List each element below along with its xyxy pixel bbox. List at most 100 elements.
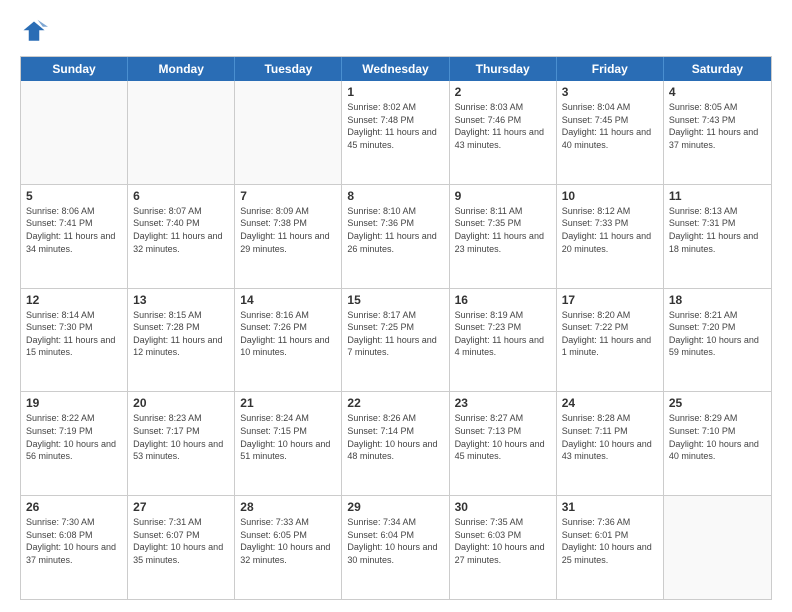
- day-info: Sunrise: 8:29 AMSunset: 7:10 PMDaylight:…: [669, 412, 766, 462]
- calendar-row-4: 26 Sunrise: 7:30 AMSunset: 6:08 PMDayligh…: [21, 496, 771, 599]
- day-info: Sunrise: 8:12 AMSunset: 7:33 PMDaylight:…: [562, 205, 658, 255]
- day-cell-14: 14Sunrise: 8:16 AMSunset: 7:26 PMDayligh…: [235, 289, 342, 392]
- day-number: 4: [669, 85, 766, 99]
- calendar: SundayMondayTuesdayWednesdayThursdayFrid…: [20, 56, 772, 600]
- day-cell-16: 16Sunrise: 8:19 AMSunset: 7:23 PMDayligh…: [450, 289, 557, 392]
- day-info: Sunrise: 8:14 AMSunset: 7:30 PMDaylight:…: [26, 309, 122, 359]
- day-cell-6: 6 Sunrise: 8:07 AMSunset: 7:40 PMDaylight…: [128, 185, 235, 288]
- calendar-row-2: 12 Sunrise: 8:14 AMSunset: 7:30 PMDayligh…: [21, 289, 771, 393]
- day-cell-8: 8 Sunrise: 8:10 AMSunset: 7:36 PMDaylight…: [342, 185, 449, 288]
- calendar-header: SundayMondayTuesdayWednesdayThursdayFrid…: [21, 57, 771, 81]
- empty-cell-0-1: [128, 81, 235, 184]
- day-info: Sunrise: 8:21 AMSunset: 7:20 PMDaylight:…: [669, 309, 766, 359]
- day-info: Sunrise: 8:02 AMSunset: 7:48 PMDaylight:…: [347, 101, 443, 151]
- day-cell-9: 9 Sunrise: 8:11 AMSunset: 7:35 PMDaylight…: [450, 185, 557, 288]
- day-number: 10: [562, 189, 658, 203]
- logo-icon: [20, 18, 48, 46]
- calendar-row-1: 5 Sunrise: 8:06 AMSunset: 7:41 PMDaylight…: [21, 185, 771, 289]
- day-number: 20: [133, 396, 229, 410]
- day-number: 25: [669, 396, 766, 410]
- day-info: Sunrise: 8:11 AMSunset: 7:35 PMDaylight:…: [455, 205, 551, 255]
- day-info: Sunrise: 7:33 AMSunset: 6:05 PMDaylight:…: [240, 516, 336, 566]
- calendar-body: 1 Sunrise: 8:02 AMSunset: 7:48 PMDaylight…: [21, 81, 771, 599]
- logo: [20, 18, 52, 46]
- day-cell-11: 11 Sunrise: 8:13 AMSunset: 7:31 PMDayligh…: [664, 185, 771, 288]
- day-number: 12: [26, 293, 122, 307]
- day-number: 17: [562, 293, 658, 307]
- day-info: Sunrise: 8:23 AMSunset: 7:17 PMDaylight:…: [133, 412, 229, 462]
- day-number: 13: [133, 293, 229, 307]
- day-info: Sunrise: 8:27 AMSunset: 7:13 PMDaylight:…: [455, 412, 551, 462]
- day-number: 23: [455, 396, 551, 410]
- day-number: 27: [133, 500, 229, 514]
- weekday-header-wednesday: Wednesday: [342, 57, 449, 81]
- header: [20, 18, 772, 46]
- calendar-row-0: 1 Sunrise: 8:02 AMSunset: 7:48 PMDaylight…: [21, 81, 771, 185]
- day-number: 15: [347, 293, 443, 307]
- day-info: Sunrise: 7:36 AMSunset: 6:01 PMDaylight:…: [562, 516, 658, 566]
- day-info: Sunrise: 8:26 AMSunset: 7:14 PMDaylight:…: [347, 412, 443, 462]
- empty-cell-0-2: [235, 81, 342, 184]
- day-cell-15: 15 Sunrise: 8:17 AMSunset: 7:25 PMDayligh…: [342, 289, 449, 392]
- day-number: 26: [26, 500, 122, 514]
- day-cell-19: 19 Sunrise: 8:22 AMSunset: 7:19 PMDayligh…: [21, 392, 128, 495]
- day-number: 31: [562, 500, 658, 514]
- day-info: Sunrise: 8:20 AMSunset: 7:22 PMDaylight:…: [562, 309, 658, 359]
- day-info: Sunrise: 8:22 AMSunset: 7:19 PMDaylight:…: [26, 412, 122, 462]
- weekday-header-sunday: Sunday: [21, 57, 128, 81]
- day-cell-3: 3 Sunrise: 8:04 AMSunset: 7:45 PMDaylight…: [557, 81, 664, 184]
- day-number: 1: [347, 85, 443, 99]
- day-cell-17: 17 Sunrise: 8:20 AMSunset: 7:22 PMDayligh…: [557, 289, 664, 392]
- day-cell-18: 18 Sunrise: 8:21 AMSunset: 7:20 PMDayligh…: [664, 289, 771, 392]
- day-cell-2: 2Sunrise: 8:03 AMSunset: 7:46 PMDaylight…: [450, 81, 557, 184]
- calendar-row-3: 19 Sunrise: 8:22 AMSunset: 7:19 PMDayligh…: [21, 392, 771, 496]
- day-number: 7: [240, 189, 336, 203]
- day-info: Sunrise: 8:13 AMSunset: 7:31 PMDaylight:…: [669, 205, 766, 255]
- day-cell-10: 10 Sunrise: 8:12 AMSunset: 7:33 PMDayligh…: [557, 185, 664, 288]
- day-info: Sunrise: 8:04 AMSunset: 7:45 PMDaylight:…: [562, 101, 658, 151]
- weekday-header-thursday: Thursday: [450, 57, 557, 81]
- day-cell-27: 27 Sunrise: 7:31 AMSunset: 6:07 PMDayligh…: [128, 496, 235, 599]
- day-number: 30: [455, 500, 551, 514]
- day-cell-25: 25 Sunrise: 8:29 AMSunset: 7:10 PMDayligh…: [664, 392, 771, 495]
- day-info: Sunrise: 8:28 AMSunset: 7:11 PMDaylight:…: [562, 412, 658, 462]
- day-number: 19: [26, 396, 122, 410]
- day-number: 11: [669, 189, 766, 203]
- day-info: Sunrise: 8:17 AMSunset: 7:25 PMDaylight:…: [347, 309, 443, 359]
- day-cell-23: 23 Sunrise: 8:27 AMSunset: 7:13 PMDayligh…: [450, 392, 557, 495]
- day-cell-26: 26 Sunrise: 7:30 AMSunset: 6:08 PMDayligh…: [21, 496, 128, 599]
- day-cell-12: 12 Sunrise: 8:14 AMSunset: 7:30 PMDayligh…: [21, 289, 128, 392]
- day-number: 28: [240, 500, 336, 514]
- day-cell-20: 20 Sunrise: 8:23 AMSunset: 7:17 PMDayligh…: [128, 392, 235, 495]
- day-cell-13: 13Sunrise: 8:15 AMSunset: 7:28 PMDayligh…: [128, 289, 235, 392]
- day-info: Sunrise: 8:06 AMSunset: 7:41 PMDaylight:…: [26, 205, 122, 255]
- day-cell-7: 7Sunrise: 8:09 AMSunset: 7:38 PMDaylight…: [235, 185, 342, 288]
- weekday-header-friday: Friday: [557, 57, 664, 81]
- day-number: 9: [455, 189, 551, 203]
- day-number: 6: [133, 189, 229, 203]
- day-info: Sunrise: 7:31 AMSunset: 6:07 PMDaylight:…: [133, 516, 229, 566]
- day-info: Sunrise: 7:34 AMSunset: 6:04 PMDaylight:…: [347, 516, 443, 566]
- day-info: Sunrise: 7:35 AMSunset: 6:03 PMDaylight:…: [455, 516, 551, 566]
- day-number: 8: [347, 189, 443, 203]
- day-number: 3: [562, 85, 658, 99]
- day-cell-22: 22 Sunrise: 8:26 AMSunset: 7:14 PMDayligh…: [342, 392, 449, 495]
- day-cell-30: 30 Sunrise: 7:35 AMSunset: 6:03 PMDayligh…: [450, 496, 557, 599]
- day-info: Sunrise: 8:07 AMSunset: 7:40 PMDaylight:…: [133, 205, 229, 255]
- day-number: 21: [240, 396, 336, 410]
- day-info: Sunrise: 8:10 AMSunset: 7:36 PMDaylight:…: [347, 205, 443, 255]
- day-number: 2: [455, 85, 551, 99]
- day-number: 29: [347, 500, 443, 514]
- day-number: 18: [669, 293, 766, 307]
- day-cell-28: 28 Sunrise: 7:33 AMSunset: 6:05 PMDayligh…: [235, 496, 342, 599]
- empty-cell-4-6: [664, 496, 771, 599]
- day-number: 22: [347, 396, 443, 410]
- day-cell-21: 21 Sunrise: 8:24 AMSunset: 7:15 PMDayligh…: [235, 392, 342, 495]
- empty-cell-0-0: [21, 81, 128, 184]
- day-info: Sunrise: 7:30 AMSunset: 6:08 PMDaylight:…: [26, 516, 122, 566]
- day-info: Sunrise: 8:24 AMSunset: 7:15 PMDaylight:…: [240, 412, 336, 462]
- day-number: 5: [26, 189, 122, 203]
- day-cell-24: 24Sunrise: 8:28 AMSunset: 7:11 PMDayligh…: [557, 392, 664, 495]
- page: SundayMondayTuesdayWednesdayThursdayFrid…: [0, 0, 792, 612]
- weekday-header-saturday: Saturday: [664, 57, 771, 81]
